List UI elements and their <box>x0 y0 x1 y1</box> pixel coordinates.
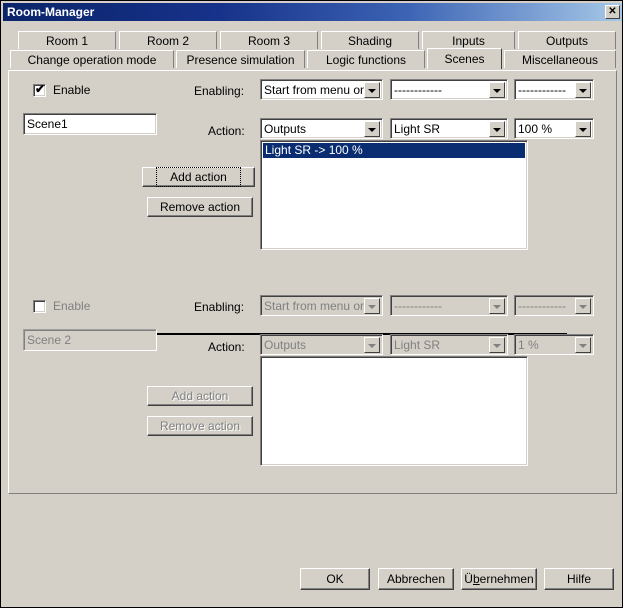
scene1-add-action-button[interactable]: Add action <box>142 167 255 187</box>
cancel-button[interactable]: Abbrechen <box>378 568 454 590</box>
tab-label: Presence simulation <box>186 52 295 67</box>
scene2-action-combo-2-value: Light SR <box>394 337 441 352</box>
chevron-down-icon[interactable] <box>575 120 591 137</box>
scene1-remove-action-button[interactable]: Remove action <box>147 197 253 217</box>
tab-label: Room 3 <box>247 33 291 48</box>
tab-label: Scenes <box>444 52 485 66</box>
scene2-enabling-combo-1-value: Start from menu onl <box>264 298 364 313</box>
scene1-enabling-combo-1[interactable]: Start from menu onl <box>260 79 383 100</box>
checkmark-icon: ✔ <box>35 81 46 96</box>
scene1-action-combo-1[interactable]: Outputs <box>260 118 383 139</box>
scene2-enabling-combo-1: Start from menu onl <box>260 295 383 316</box>
chevron-down-icon[interactable] <box>575 81 591 98</box>
scenes-panel: ✔ Enable Scene1 Enabling: Action: Start … <box>8 70 617 494</box>
chevron-down-icon[interactable] <box>364 81 380 98</box>
scene1-enable-label: Enable <box>53 83 91 97</box>
scene2-name-input: Scene 2 <box>23 329 157 351</box>
title-bar: Room-Manager ✕ <box>3 3 622 21</box>
scene1-enabling-combo-3-value: ------------ <box>518 82 566 97</box>
scene2-action-label: Action: <box>208 340 245 354</box>
tab-outputs[interactable]: Outputs <box>518 31 616 49</box>
scene1-action-list[interactable]: Light SR -> 100 % <box>260 140 528 250</box>
tab-bar: Room 1 Room 2 Room 3 Shading Inputs Outputs C… <box>8 29 617 71</box>
scene2-action-list <box>260 356 528 466</box>
scene2-add-action-label: Add action <box>171 389 229 403</box>
scene1-action-combo-1-value: Outputs <box>264 121 307 136</box>
tab-inputs[interactable]: Inputs <box>422 31 515 49</box>
scene2-remove-action-button: Remove action <box>147 416 253 436</box>
close-icon[interactable]: ✕ <box>605 5 620 19</box>
tab-row-2: Change operation mode Presence simulation… <box>8 48 617 69</box>
help-button[interactable]: Hilfe <box>544 568 614 590</box>
tab-label: Change operation mode <box>27 52 157 67</box>
tab-label: Miscellaneous <box>521 52 599 67</box>
dialog-button-bar: OK Abbrechen Übernehmen Hilfe <box>1 494 622 607</box>
tab-presence-simulation[interactable]: Presence simulation <box>176 50 305 68</box>
scene1-action-combo-3-value: 100 % <box>518 121 553 136</box>
scene1-enabling-combo-3[interactable]: ------------ <box>514 79 594 100</box>
apply-button[interactable]: Übernehmen <box>461 568 537 590</box>
scene2-enabling-combo-2-value: ------------ <box>394 298 442 313</box>
tab-logic-functions[interactable]: Logic functions <box>307 50 425 68</box>
scene1-enabling-combo-1-value: Start from menu onl <box>264 82 364 97</box>
scene2-action-combo-3: 1 % <box>514 334 594 355</box>
scene2-enabling-label: Enabling: <box>194 300 245 314</box>
scene1-action-combo-2[interactable]: Light SR <box>390 118 508 139</box>
tab-label: Inputs <box>452 33 485 48</box>
tab-scenes[interactable]: Scenes <box>427 48 502 69</box>
scene1-enabling-combo-2-value: ------------ <box>394 82 442 97</box>
chevron-down-icon <box>575 297 591 314</box>
tab-label: Room 2 <box>146 33 190 48</box>
scene2-enabling-combo-3: ------------ <box>514 295 594 316</box>
tab-label: Logic functions <box>325 52 407 67</box>
chevron-down-icon <box>575 336 591 353</box>
room-manager-window: Room-Manager ✕ Room 1 Room 2 Room 3 Shading… <box>0 0 623 608</box>
tab-miscellaneous[interactable]: Miscellaneous <box>504 50 616 68</box>
ok-button[interactable]: OK <box>300 568 370 590</box>
tab-change-operation-mode[interactable]: Change operation mode <box>10 50 174 68</box>
scene2-action-combo-1: Outputs <box>260 334 383 355</box>
tab-label: Outputs <box>545 33 589 48</box>
chevron-down-icon <box>364 297 380 314</box>
scene2-enable-box <box>33 299 46 313</box>
chevron-down-icon[interactable] <box>489 81 505 98</box>
tab-room-1[interactable]: Room 1 <box>18 31 116 49</box>
help-button-label: Hilfe <box>566 572 591 586</box>
scene1-enable-checkbox[interactable]: ✔ Enable <box>33 81 91 97</box>
chevron-down-icon[interactable] <box>364 120 380 137</box>
tab-shading[interactable]: Shading <box>321 31 419 49</box>
chevron-down-icon <box>364 336 380 353</box>
ok-button-label: OK <box>326 572 344 586</box>
scene1-enabling-label: Enabling: <box>194 84 245 98</box>
chevron-down-icon <box>489 336 505 353</box>
scene2-enable-label: Enable <box>53 299 91 313</box>
chevron-down-icon <box>489 297 505 314</box>
tab-row-1: Room 1 Room 2 Room 3 Shading Inputs Outputs <box>8 29 617 49</box>
scene1-enable-box: ✔ <box>33 81 46 97</box>
scene1-remove-action-label: Remove action <box>159 200 241 214</box>
scene1-action-combo-2-value: Light SR <box>394 121 441 136</box>
scene1-name-input[interactable]: Scene1 <box>23 113 157 135</box>
scene2-add-action-button: Add action <box>147 386 253 406</box>
tab-room-2[interactable]: Room 2 <box>119 31 217 49</box>
scene2-enabling-combo-3-value: ------------ <box>518 298 566 313</box>
scene1-action-label: Action: <box>208 124 245 138</box>
scene2-remove-action-label: Remove action <box>159 419 241 433</box>
tab-label: Room 1 <box>45 33 89 48</box>
chevron-down-icon[interactable] <box>489 120 505 137</box>
scene1-enabling-combo-2[interactable]: ------------ <box>390 79 508 100</box>
scene2-action-combo-2: Light SR <box>390 334 508 355</box>
scene2-action-combo-3-value: 1 % <box>518 337 539 352</box>
scene2-action-combo-1-value: Outputs <box>264 337 307 352</box>
scene2-enable-checkbox[interactable]: Enable <box>33 299 90 313</box>
tab-room-3[interactable]: Room 3 <box>220 31 318 49</box>
apply-button-label: Übernehmen <box>464 572 534 586</box>
tab-label: Shading <box>347 33 393 48</box>
window-title: Room-Manager <box>7 5 95 19</box>
scene1-add-action-label: Add action <box>156 167 241 187</box>
list-item[interactable]: Light SR -> 100 % <box>263 143 525 158</box>
scene2-enabling-combo-2: ------------ <box>390 295 508 316</box>
scene1-action-combo-3[interactable]: 100 % <box>514 118 594 139</box>
cancel-button-label: Abbrechen <box>386 572 446 586</box>
